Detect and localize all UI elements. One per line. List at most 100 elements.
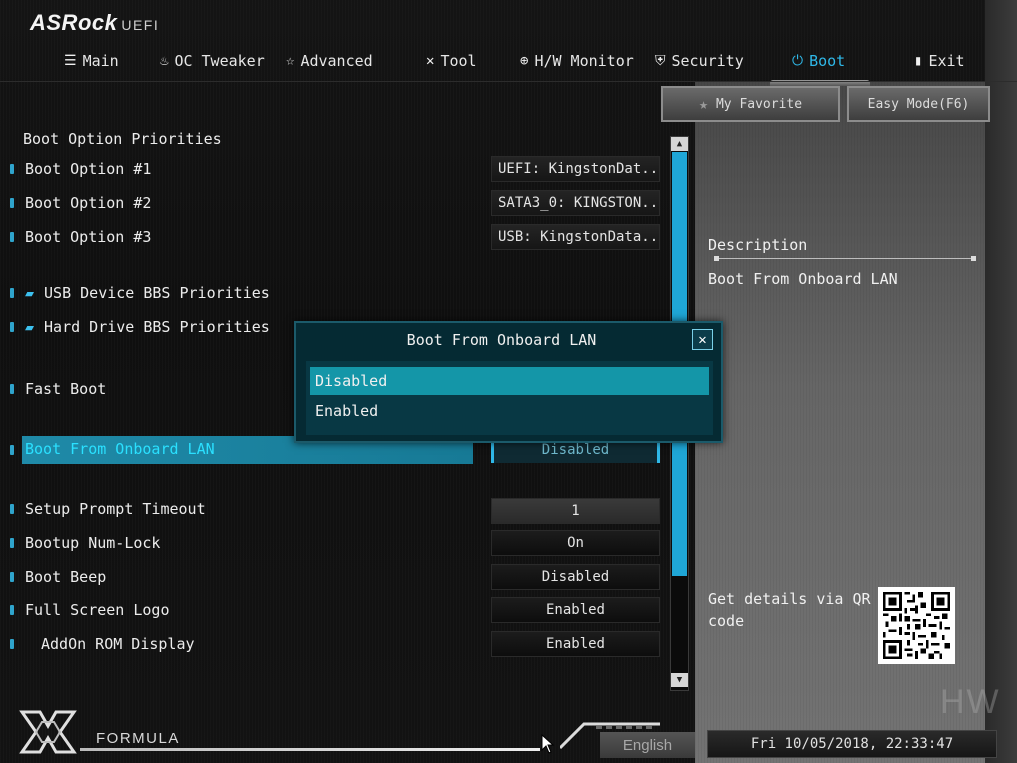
scroll-up-arrow-icon[interactable]: ▲ bbox=[671, 137, 688, 151]
bullet-icon bbox=[10, 384, 14, 394]
formula-logo-icon bbox=[18, 708, 78, 756]
boot-beep[interactable]: Boot Beep bbox=[10, 568, 106, 586]
tab-label: Advanced bbox=[300, 52, 373, 70]
setting-label: Hard Drive BBS Priorities bbox=[44, 318, 270, 336]
language-button[interactable]: English bbox=[600, 732, 695, 758]
qr-caption: Get details via QR code bbox=[708, 590, 871, 630]
setting-label: AddOn ROM Display bbox=[41, 635, 195, 653]
setting-label: Boot Beep bbox=[25, 568, 107, 586]
tab-label: Security bbox=[671, 52, 744, 70]
folder-icon: ▰ bbox=[25, 284, 35, 302]
addon-rom-value[interactable]: Enabled bbox=[491, 631, 660, 657]
onboard-lan-dialog: Boot From Onboard LAN ✕ Disabled Enabled bbox=[294, 321, 723, 443]
bullet-icon bbox=[10, 639, 14, 649]
mouse-cursor-icon bbox=[541, 734, 555, 754]
star-icon: ★ bbox=[698, 95, 708, 113]
section-title: Boot Option Priorities bbox=[23, 130, 222, 148]
bullet-icon bbox=[10, 605, 14, 615]
watermark: HW bbox=[940, 683, 1001, 721]
tab-label: Exit bbox=[928, 52, 965, 70]
tab-label: Main bbox=[82, 52, 119, 70]
bullet-icon bbox=[10, 445, 14, 455]
tab-label: H/W Monitor bbox=[534, 52, 634, 70]
power-icon: ⏻ bbox=[792, 53, 804, 69]
bullet-icon bbox=[10, 232, 14, 242]
usb-bbs-priorities[interactable]: ▰ USB Device BBS Priorities bbox=[10, 284, 270, 302]
option-disabled[interactable]: Disabled bbox=[310, 367, 709, 395]
numlock-value[interactable]: On bbox=[491, 530, 660, 556]
hdd-bbs-priorities[interactable]: ▰ Hard Drive BBS Priorities bbox=[10, 318, 270, 336]
description-divider bbox=[714, 256, 976, 261]
bullet-icon bbox=[10, 572, 14, 582]
brand-suffix: UEFI bbox=[121, 17, 160, 33]
bullet-icon bbox=[10, 198, 14, 208]
boot-option-1-value[interactable]: UEFI: KingstonDat... bbox=[491, 156, 660, 182]
setting-label: USB Device BBS Priorities bbox=[44, 284, 270, 302]
setup-prompt-timeout[interactable]: Setup Prompt Timeout bbox=[10, 500, 206, 518]
setting-label: Boot Option #2 bbox=[25, 194, 152, 212]
tab-exit[interactable]: ▮ Exit bbox=[914, 44, 965, 78]
monitor-target-icon: ⊕ bbox=[520, 53, 529, 69]
tab-oc-tweaker[interactable]: ♨ OC Tweaker bbox=[160, 44, 265, 78]
setting-label: Bootup Num-Lock bbox=[25, 534, 161, 552]
easy-mode-button[interactable]: Easy Mode(F6) bbox=[847, 86, 990, 122]
dialog-options: Disabled Enabled bbox=[306, 361, 713, 435]
footer-decor-line bbox=[80, 748, 540, 751]
setting-label: Boot Option #1 bbox=[25, 160, 152, 178]
setting-label: Setup Prompt Timeout bbox=[25, 500, 206, 518]
option-enabled[interactable]: Enabled bbox=[310, 397, 709, 425]
tools-icon: ✕ bbox=[426, 53, 435, 69]
dialog-title: Boot From Onboard LAN bbox=[406, 331, 597, 349]
my-favorite-label: My Favorite bbox=[715, 96, 803, 112]
exit-door-icon: ▮ bbox=[914, 53, 923, 69]
tab-label: Boot bbox=[809, 52, 846, 70]
tab-tool[interactable]: ✕ Tool bbox=[426, 44, 477, 78]
flame-icon: ♨ bbox=[160, 53, 169, 69]
tab-hw-monitor[interactable]: ⊕ H/W Monitor bbox=[520, 44, 634, 78]
my-favorite-button[interactable]: ★ My Favorite bbox=[661, 86, 840, 122]
list-icon: ☰ bbox=[64, 53, 77, 69]
star-arrow-icon: ☆ bbox=[286, 53, 295, 69]
formula-label: FORMULA bbox=[96, 730, 180, 747]
tab-advanced[interactable]: ☆ Advanced bbox=[286, 44, 373, 78]
description-title: Description bbox=[708, 236, 808, 254]
tab-label: Tool bbox=[440, 52, 477, 70]
full-screen-logo[interactable]: Full Screen Logo bbox=[10, 601, 170, 619]
setting-label: Full Screen Logo bbox=[25, 601, 170, 619]
bullet-icon bbox=[10, 164, 14, 174]
description-text: Boot From Onboard LAN bbox=[708, 270, 898, 288]
tab-boot[interactable]: ⏻ Boot bbox=[792, 44, 845, 78]
header-divider bbox=[0, 81, 1017, 82]
uefi-screen: ASRock UEFI ☰ Main ♨ OC Tweaker ☆ Advanc… bbox=[0, 0, 1017, 763]
boot-option-2-value[interactable]: SATA3_0: KINGSTON... bbox=[491, 190, 660, 216]
setting-label: Boot Option #3 bbox=[25, 228, 152, 246]
tab-security[interactable]: ⛨ Security bbox=[655, 44, 744, 78]
main-tabs: ☰ Main ♨ OC Tweaker ☆ Advanced ✕ Tool ⊕ … bbox=[0, 44, 1017, 86]
bullet-icon bbox=[10, 504, 14, 514]
boot-option-1[interactable]: Boot Option #1 bbox=[10, 160, 151, 178]
qr-code bbox=[878, 587, 955, 664]
addon-rom-display[interactable]: AddOn ROM Display bbox=[10, 635, 195, 653]
full-logo-value[interactable]: Enabled bbox=[491, 597, 660, 623]
close-icon[interactable]: ✕ bbox=[692, 329, 713, 350]
bootup-num-lock[interactable]: Bootup Num-Lock bbox=[10, 534, 160, 552]
asrock-logo: ASRock UEFI bbox=[30, 10, 159, 36]
tab-main[interactable]: ☰ Main bbox=[64, 44, 119, 78]
boot-option-3-value[interactable]: USB: KingstonData... bbox=[491, 224, 660, 250]
setup-timeout-input[interactable]: 1 bbox=[491, 498, 660, 524]
datetime-display: Fri 10/05/2018, 22:33:47 bbox=[707, 730, 997, 758]
bullet-icon bbox=[10, 322, 14, 332]
fast-boot[interactable]: Fast Boot bbox=[10, 380, 106, 398]
brand-name: ASRock bbox=[30, 10, 118, 35]
tab-label: OC Tweaker bbox=[174, 52, 265, 70]
boot-option-2[interactable]: Boot Option #2 bbox=[10, 194, 151, 212]
onboard-lan-label: Boot From Onboard LAN bbox=[25, 440, 215, 458]
setting-label: Fast Boot bbox=[25, 380, 107, 398]
scroll-down-arrow-icon[interactable]: ▼ bbox=[671, 673, 688, 687]
boot-beep-value[interactable]: Disabled bbox=[491, 564, 660, 590]
boot-option-3[interactable]: Boot Option #3 bbox=[10, 228, 151, 246]
easy-mode-label: Easy Mode(F6) bbox=[867, 96, 970, 112]
shield-icon: ⛨ bbox=[655, 53, 666, 69]
bullet-icon bbox=[10, 538, 14, 548]
folder-icon: ▰ bbox=[25, 318, 35, 336]
